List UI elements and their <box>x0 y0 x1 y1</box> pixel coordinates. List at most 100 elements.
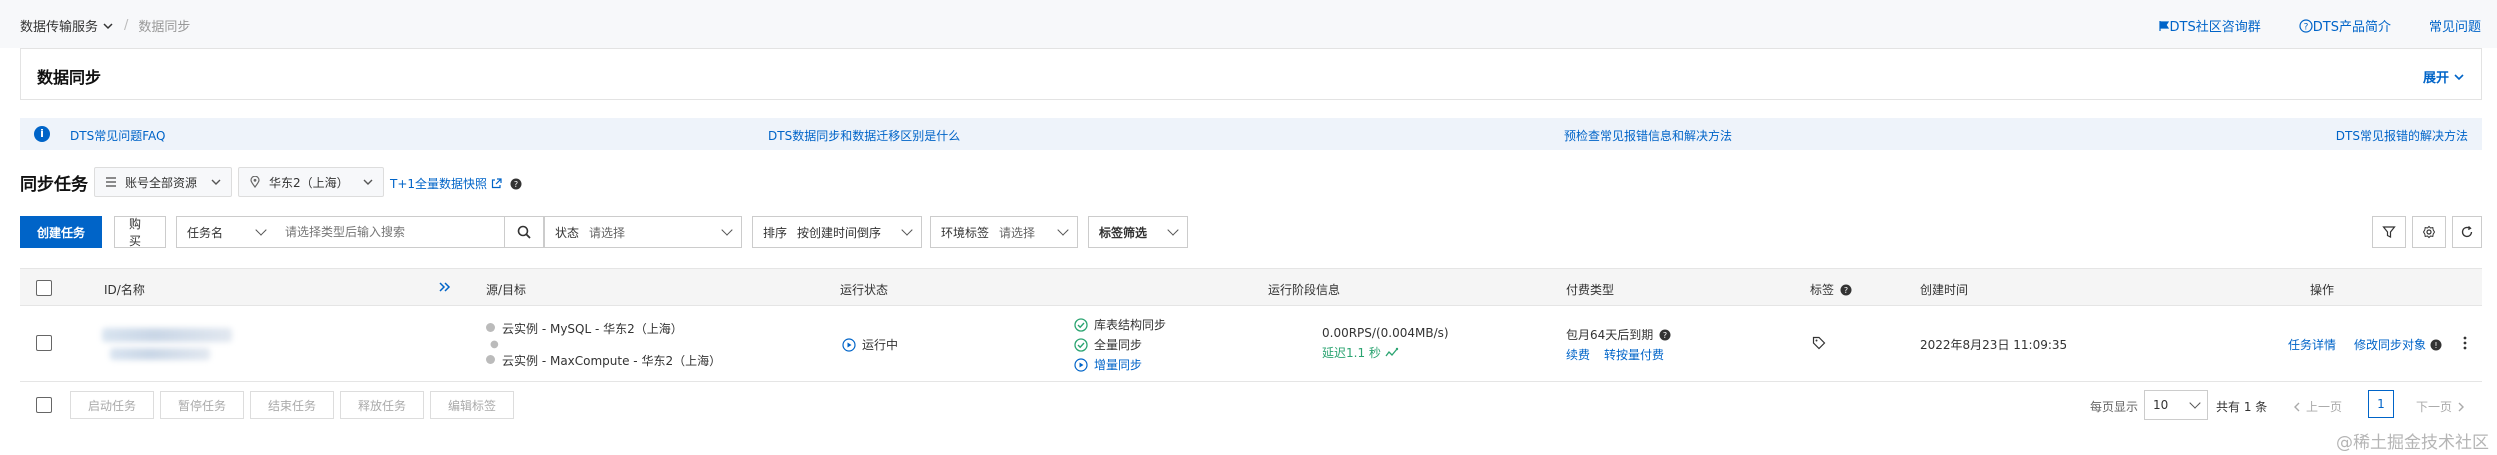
env-tag-filter[interactable]: 环境标签 请选择 <box>930 216 1078 248</box>
next-page-button[interactable]: 下一页 <box>2416 398 2466 415</box>
search-input[interactable] <box>285 225 485 239</box>
chevron-down-icon <box>901 224 913 236</box>
faq-banner: i DTS常见问题FAQ DTS数据同步和数据迁移区别是什么 预检查常见报错信息… <box>20 118 2482 150</box>
check-circle-icon <box>1074 317 1088 332</box>
search-icon <box>517 225 531 239</box>
edit-tags-button[interactable]: 编辑标签 <box>430 391 514 419</box>
breadcrumb: 数据传输服务 / 数据同步 <box>20 16 190 35</box>
search-type-select[interactable]: 任务名 <box>176 216 276 248</box>
footer-select-all-checkbox[interactable] <box>36 397 52 413</box>
faq-link-2[interactable]: DTS数据同步和数据迁移区别是什么 <box>768 127 960 144</box>
page-1-button[interactable]: 1 <box>2368 390 2394 418</box>
expand-toggle[interactable]: 展开 <box>2423 67 2465 86</box>
resource-group-select[interactable]: 账号全部资源 <box>94 167 233 197</box>
status-filter[interactable]: 状态 请选择 <box>544 216 742 248</box>
col-billing: 付费类型 <box>1566 283 1615 297</box>
row-throughput: 0.00RPS/(0.004MB/s) <box>1322 326 1449 340</box>
tag-filter-button[interactable]: 标签筛选 <box>1088 216 1188 248</box>
col-tags: 标签 ? <box>1810 281 1852 298</box>
chevron-down-icon <box>2454 73 2464 80</box>
target-dot-icon <box>486 355 495 364</box>
filter-button[interactable] <box>2372 216 2406 248</box>
help-icon[interactable]: ? <box>1840 284 1852 296</box>
more-vertical-icon[interactable] <box>2462 336 2468 350</box>
select-all-checkbox[interactable] <box>36 280 52 296</box>
community-link[interactable]: DTS社区咨询群 <box>2158 16 2261 35</box>
task-id-redacted[interactable] <box>102 328 232 342</box>
chevron-down-icon <box>363 179 373 185</box>
stage-incremental: 增量同步 <box>1074 356 1142 373</box>
renew-link[interactable]: 续费 <box>1566 346 1590 363</box>
location-pin-icon <box>250 176 260 188</box>
arrow-down-icon: ● <box>490 339 499 350</box>
row-latency: 延迟1.1 秒 <box>1322 344 1399 361</box>
svg-text:?: ? <box>1663 331 1667 340</box>
row-created: 2022年8月23日 11:09:35 <box>1920 338 2068 352</box>
svg-text:?: ? <box>514 180 518 189</box>
external-link-icon <box>491 178 502 189</box>
title-card: 数据同步 展开 <box>20 48 2482 100</box>
check-circle-icon <box>1074 337 1088 352</box>
col-stage-info: 运行阶段信息 <box>1268 283 1341 297</box>
create-task-button[interactable]: 创建任务 <box>20 216 102 248</box>
refresh-button[interactable] <box>2452 216 2482 248</box>
chevron-down-icon <box>255 224 267 236</box>
modify-objects-link[interactable]: 修改同步对象 ! <box>2354 336 2442 353</box>
svg-text:!: ! <box>2434 341 2437 350</box>
table-header: ID/名称 源/目标 运行状态 运行阶段信息 付费类型 标签 ? 创建时间 操作 <box>20 268 2482 306</box>
start-task-button[interactable]: 启动任务 <box>70 391 154 419</box>
chart-icon[interactable] <box>1385 347 1399 359</box>
release-task-button[interactable]: 释放任务 <box>340 391 424 419</box>
row-target: 云实例 - MaxCompute - 华东2（上海） <box>502 354 722 368</box>
list-icon <box>106 177 116 187</box>
top-bar <box>0 0 2497 48</box>
tag-icon[interactable] <box>1812 336 1826 350</box>
pause-task-button[interactable]: 暂停任务 <box>160 391 244 419</box>
sort-select[interactable]: 排序 按创建时间倒序 <box>752 216 922 248</box>
search-input-wrap <box>275 216 505 248</box>
search-button[interactable] <box>504 216 544 248</box>
chevron-down-icon <box>1057 224 1069 236</box>
chevron-down-icon[interactable] <box>102 20 114 32</box>
col-id-name: ID/名称 <box>104 283 145 297</box>
chevron-down-icon <box>211 179 221 185</box>
table-row: 云实例 - MySQL - 华东2（上海） ● 云实例 - MaxCompute… <box>20 306 2482 382</box>
help-icon[interactable]: ? <box>510 178 522 190</box>
info-icon: i <box>34 126 50 142</box>
prev-page-button[interactable]: 上一页 <box>2292 398 2342 415</box>
col-actions: 操作 <box>2310 283 2335 297</box>
double-chevron-right-icon[interactable] <box>438 281 452 293</box>
buy-button[interactable]: 购买 <box>114 216 166 248</box>
page-size-select[interactable]: 10 <box>2144 390 2208 420</box>
chevron-left-icon <box>2294 402 2300 411</box>
faq-link-3[interactable]: 预检查常见报错信息和解决方法 <box>1564 127 1732 144</box>
breadcrumb-separator: / <box>124 18 129 33</box>
region-select[interactable]: 华东2（上海） <box>238 167 384 197</box>
breadcrumb-service[interactable]: 数据传输服务 <box>20 16 98 35</box>
end-task-button[interactable]: 结束任务 <box>250 391 334 419</box>
product-intro-link[interactable]: ? DTS产品简介 <box>2299 16 2391 35</box>
chevron-right-icon <box>2458 402 2465 411</box>
faq-link[interactable]: 常见问题 <box>2429 16 2481 35</box>
stage-full: 全量同步 <box>1074 336 1142 353</box>
gear-icon <box>2422 225 2436 239</box>
switch-billing-link[interactable]: 转按量付费 <box>1604 346 1664 363</box>
row-source: 云实例 - MySQL - 华东2（上海） <box>502 322 683 336</box>
task-detail-link[interactable]: 任务详情 <box>2288 336 2336 353</box>
svg-text:?: ? <box>2303 22 2308 32</box>
help-icon[interactable]: ? <box>1659 329 1671 341</box>
faq-link-4[interactable]: DTS常见报错的解决方法 <box>2336 127 2468 144</box>
t1-snapshot-link[interactable]: T+1全量数据快照 ? <box>390 175 522 192</box>
row-checkbox[interactable] <box>36 335 52 351</box>
play-circle-icon <box>1074 357 1088 372</box>
chevron-down-icon <box>2189 397 2201 409</box>
settings-button[interactable] <box>2412 216 2446 248</box>
svg-text:?: ? <box>1844 286 1848 295</box>
faq-link-1[interactable]: DTS常见问题FAQ <box>70 127 165 144</box>
warning-icon: ! <box>2430 339 2442 350</box>
page-title: 数据同步 <box>37 68 102 87</box>
breadcrumb-current: 数据同步 <box>138 20 191 35</box>
watermark-text: @稀土掘金技术社区 <box>2336 433 2489 453</box>
section-title: 同步任务 <box>20 175 88 195</box>
chevron-down-icon <box>1167 224 1179 236</box>
